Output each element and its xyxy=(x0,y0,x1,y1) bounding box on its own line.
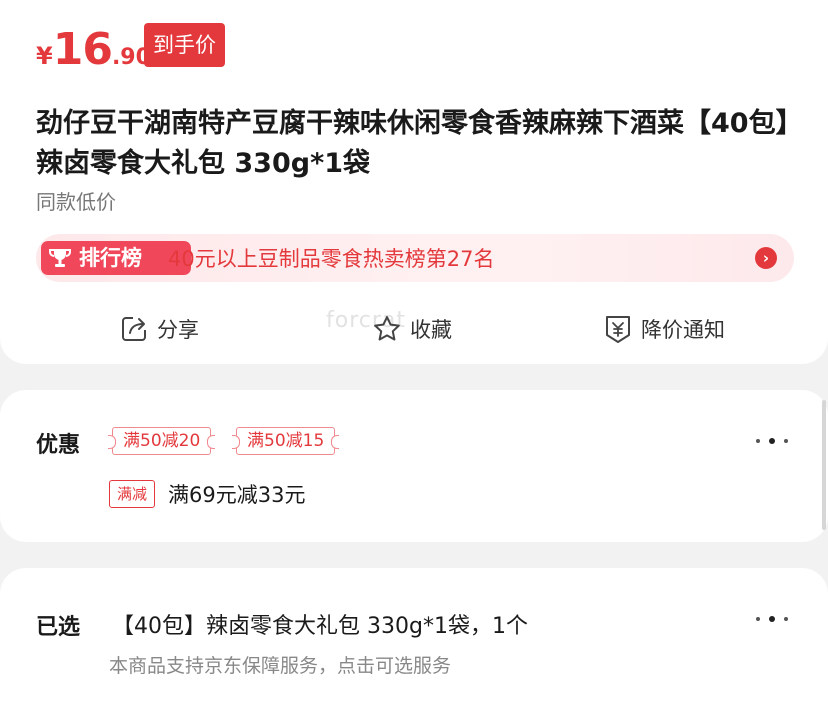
favorite-button[interactable]: 收藏 xyxy=(372,311,452,347)
promo-label: 优惠 xyxy=(36,433,81,458)
final-price-badge: 到手价 xyxy=(144,23,225,67)
product-title: 劲仔豆干湖南特产豆腐干辣味休闲零食香辣麻辣下酒菜【40包】辣卤零食大礼包 330… xyxy=(36,108,790,179)
promotion-card[interactable] xyxy=(0,390,828,542)
scrollbar[interactable] xyxy=(822,400,826,530)
selected-label: 已选 xyxy=(36,615,81,640)
more-options-icon[interactable] xyxy=(756,438,788,444)
selected-spec-value: 【40包】辣卤零食大礼包 330g*1袋，1个 xyxy=(112,614,528,639)
full-reduction-text: 满69元减33元 xyxy=(168,483,306,507)
selected-spec-card[interactable] xyxy=(0,568,828,718)
star-icon xyxy=(374,316,400,341)
ranking-badge-label: 排行榜 xyxy=(79,246,142,270)
full-reduction-tag: 满减 xyxy=(109,480,156,508)
price-alert-icon xyxy=(606,316,630,343)
share-icon xyxy=(122,317,146,341)
product-info-card: ¥16.90 到手价 劲仔豆干湖南特产豆腐干辣味休闲零食香辣麻辣下酒菜【40包】… xyxy=(0,0,828,364)
ranking-bar[interactable]: 排行榜 40元以上豆制品零食热卖榜第27名 › xyxy=(36,234,794,282)
service-note: 本商品支持京东保障服务，点击可选服务 xyxy=(109,655,452,677)
favorite-label: 收藏 xyxy=(410,318,452,342)
price-currency: ¥ xyxy=(36,42,53,70)
share-label: 分享 xyxy=(157,318,199,342)
ranking-text: 40元以上豆制品零食热卖榜第27名 xyxy=(168,247,495,271)
chevron-right-icon: › xyxy=(755,247,777,269)
same-item-low-price-link[interactable]: 同款低价 xyxy=(36,186,116,215)
price-drop-notify-button[interactable]: 降价通知 xyxy=(603,311,725,347)
trophy-icon xyxy=(49,249,71,267)
share-button[interactable]: 分享 xyxy=(119,311,199,347)
more-options-icon[interactable] xyxy=(756,616,788,622)
coupon-chip[interactable]: 满50减20 xyxy=(107,427,216,455)
price-display: ¥16.90 xyxy=(36,24,151,75)
coupon-chip[interactable]: 满50减15 xyxy=(231,427,340,455)
price-drop-notify-label: 降价通知 xyxy=(641,318,725,342)
price-integer: 16 xyxy=(52,24,113,75)
